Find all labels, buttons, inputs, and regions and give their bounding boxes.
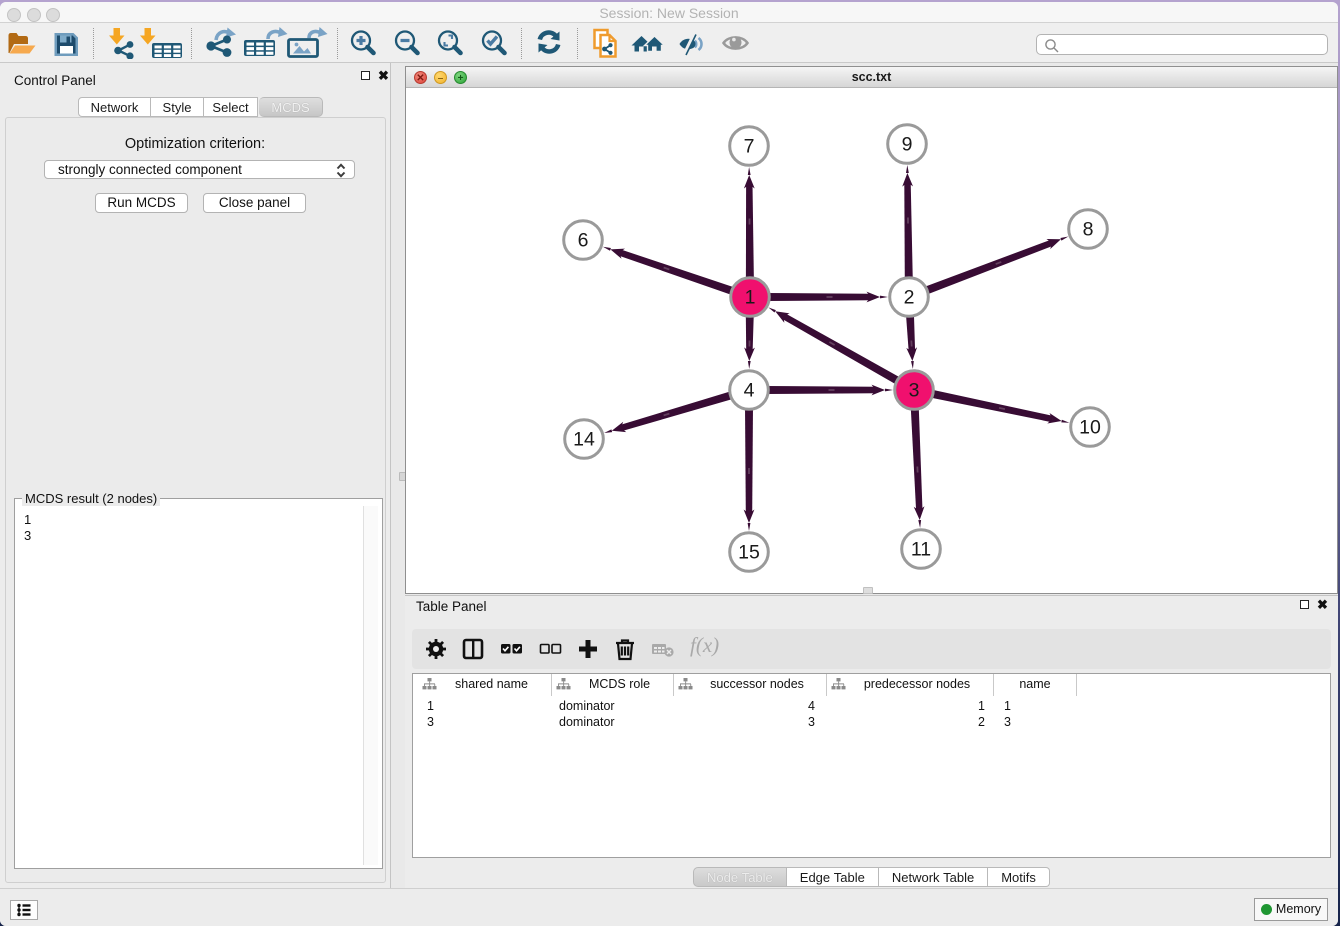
svg-text:6: 6 — [578, 230, 589, 252]
svg-text:10: 10 — [1079, 417, 1101, 439]
svg-text:1: 1 — [745, 287, 756, 309]
svg-text:15: 15 — [738, 542, 760, 564]
svg-text:11: 11 — [911, 539, 931, 561]
svg-text:8: 8 — [1083, 219, 1094, 241]
svg-text:7: 7 — [744, 136, 755, 158]
svg-text:14: 14 — [573, 429, 595, 451]
svg-text:3: 3 — [909, 380, 920, 402]
svg-text:4: 4 — [744, 380, 755, 402]
svg-text:2: 2 — [904, 287, 915, 309]
svg-text:9: 9 — [902, 134, 913, 156]
